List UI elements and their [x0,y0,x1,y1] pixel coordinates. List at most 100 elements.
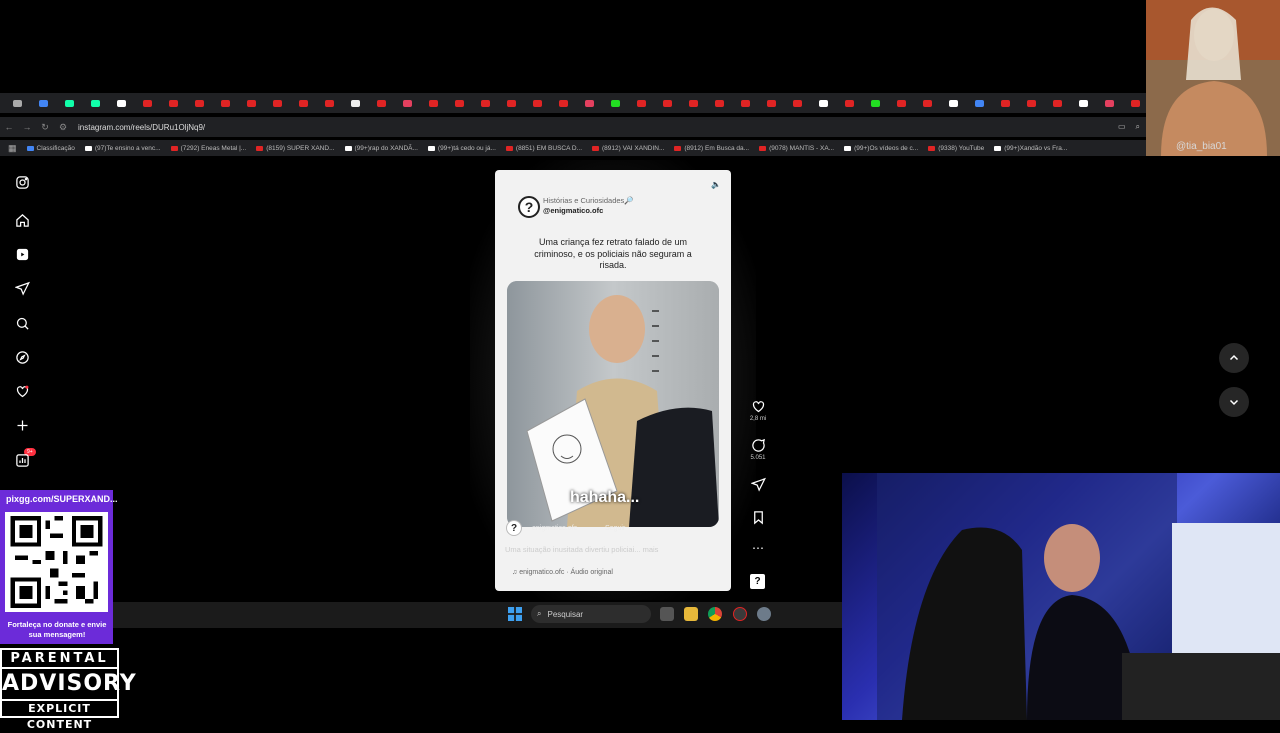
messages-icon[interactable] [13,279,31,297]
more-options-icon[interactable]: ⋯ [748,541,768,555]
browser-tab[interactable] [784,95,810,111]
home-icon[interactable] [13,211,31,229]
browser-tab[interactable] [914,95,940,111]
browser-tab[interactable] [472,95,498,111]
share-button[interactable] [748,477,768,494]
browser-tab[interactable] [160,95,186,111]
reel-description[interactable]: Uma situação inusitada divertiu policiai… [505,545,658,554]
browser-tab[interactable] [524,95,550,111]
taskbar-search[interactable]: ⌕ Pesquisar [531,605,651,623]
reels-icon[interactable] [13,245,31,263]
webcam-feed [842,473,1280,720]
notifications-heart-icon[interactable] [13,382,31,400]
browser-tab[interactable] [342,95,368,111]
back-icon[interactable]: ← [0,122,18,132]
comment-button[interactable]: 5.051 [748,438,768,461]
browser-tab[interactable] [576,95,602,111]
browser-tab[interactable] [992,95,1018,111]
browser-tab[interactable] [654,95,680,111]
browser-tab[interactable] [446,95,472,111]
reel-author-name[interactable]: enigmatico.ofc [532,525,577,532]
tab-favicon-icon [610,99,620,107]
browser-tab[interactable] [550,95,576,111]
browser-tab[interactable] [56,95,82,111]
browser-tab[interactable] [238,95,264,111]
browser-tab[interactable] [108,95,134,111]
settings-icon[interactable] [757,607,771,621]
browser-tab[interactable] [1018,95,1044,111]
follow-button[interactable]: Seguir [605,525,625,532]
dashboard-icon[interactable] [13,451,31,469]
apps-icon[interactable]: ▦ [8,143,17,154]
browser-tab[interactable] [1122,95,1148,111]
send-icon [749,477,766,492]
browser-tab[interactable] [82,95,108,111]
volume-icon[interactable]: 🔈 [711,180,721,190]
forward-icon[interactable]: → [18,122,36,132]
browser-tab[interactable] [134,95,160,111]
bookmark-item[interactable]: (8912) Em Busca da... [674,145,749,152]
bookmark-item[interactable]: (8851) EM BUSCA D... [505,145,582,152]
browser-tab[interactable] [602,95,628,111]
app-icon[interactable] [733,607,747,621]
bookmark-item[interactable]: (8912) VAI XANDIN... [592,145,664,152]
windows-start-icon[interactable] [508,607,522,621]
browser-tab[interactable] [368,95,394,111]
bookmark-item[interactable]: (9078) MANTIS - XA... [759,145,834,152]
browser-tab[interactable] [4,95,30,111]
url-field[interactable]: instagram.com/reels/DURu1OljNq9/ [78,123,205,132]
browser-tab[interactable] [212,95,238,111]
browser-tab[interactable] [628,95,654,111]
save-button[interactable] [748,510,768,527]
browser-tab[interactable] [732,95,758,111]
bookmark-item[interactable]: (7292) Eneas Metal |... [170,145,246,152]
chrome-icon[interactable] [708,607,722,621]
browser-tab[interactable] [758,95,784,111]
task-view-icon[interactable] [660,607,674,621]
browser-tab[interactable] [836,95,862,111]
search-icon[interactable] [13,314,31,332]
bookmark-item[interactable]: (97)Te ensino a venc... [84,145,161,152]
browser-tab[interactable] [810,95,836,111]
explore-icon[interactable] [13,348,31,366]
file-explorer-icon[interactable] [684,607,698,621]
browser-tab[interactable] [1070,95,1096,111]
browser-tab[interactable] [394,95,420,111]
next-reel-button[interactable] [1219,387,1249,417]
browser-tab[interactable] [680,95,706,111]
browser-tab[interactable] [30,95,56,111]
browser-tab[interactable] [706,95,732,111]
install-app-icon[interactable]: ▭ [1118,122,1126,132]
help-icon[interactable]: ? [750,574,765,589]
browser-tab[interactable] [888,95,914,111]
previous-reel-button[interactable] [1219,343,1249,373]
bookmark-item[interactable]: (9338) YouTube [928,145,984,152]
bookmark-item[interactable]: (99+)Xandão vs Fra... [994,145,1067,152]
browser-tab[interactable] [186,95,212,111]
browser-tab[interactable] [1096,95,1122,111]
bookmark-item[interactable]: (99+)rap do XANDÃ... [344,145,418,152]
bookmark-item[interactable]: (99+)Os vídeos de c... [844,145,918,152]
browser-tab[interactable] [498,95,524,111]
browser-tab[interactable] [290,95,316,111]
donation-url: pixgg.com/SUPERXAND... [6,494,118,504]
reel-author-avatar[interactable]: ? [506,520,522,536]
like-button[interactable]: 2,8 mi [748,399,768,422]
browser-tab[interactable] [1044,95,1070,111]
create-icon[interactable] [13,416,31,434]
bookmark-item[interactable]: Classificação [26,145,75,152]
zoom-icon[interactable]: ⌕ [1136,122,1140,132]
browser-tab[interactable] [940,95,966,111]
browser-tab[interactable] [316,95,342,111]
bookmark-item[interactable]: (8159) SUPER XAND... [256,145,335,152]
browser-tab[interactable] [420,95,446,111]
reel-audio[interactable]: ♫ enigmatico.ofc · Áudio original [512,569,613,576]
browser-tab[interactable] [966,95,992,111]
bookmark-item[interactable]: (99+)tá cedo ou já... [427,145,496,152]
reload-icon[interactable]: ↻ [36,122,54,133]
instagram-logo-icon[interactable] [13,173,31,191]
blue-icon [26,145,34,151]
site-settings-icon[interactable]: ⚙ [54,122,72,133]
browser-tab[interactable] [862,95,888,111]
browser-tab[interactable] [264,95,290,111]
